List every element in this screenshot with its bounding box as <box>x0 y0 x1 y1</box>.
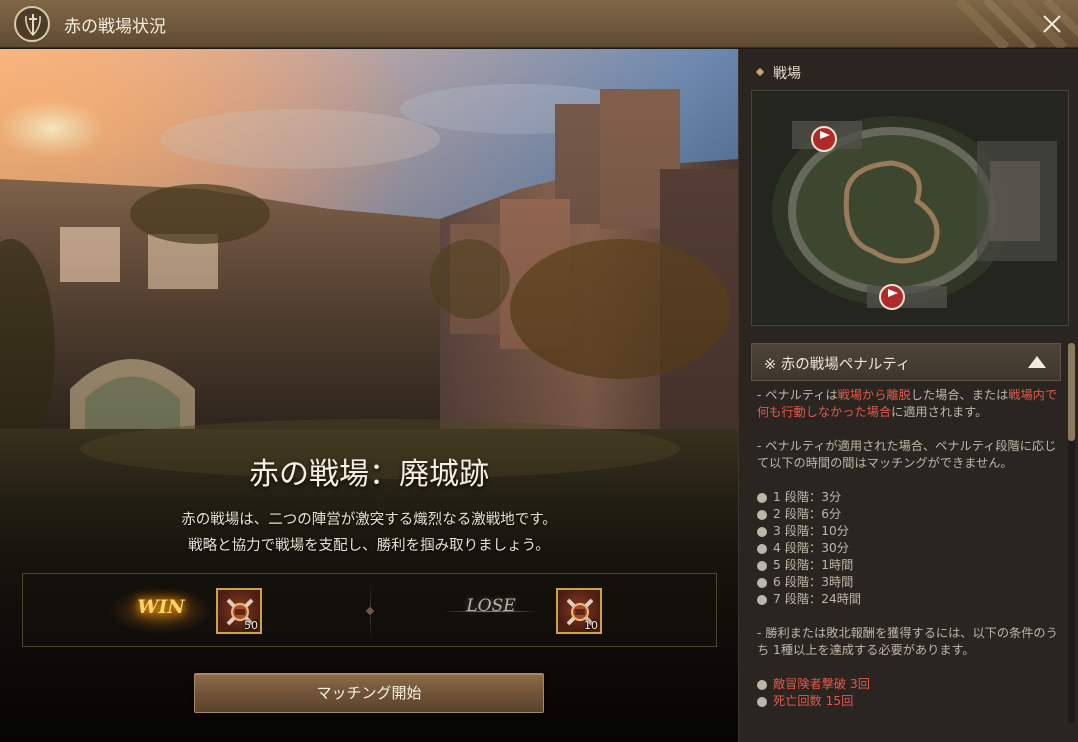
scrollbar-thumb[interactable] <box>1068 343 1075 441</box>
reward-box: WIN 50 LOSE 10 <box>22 573 717 647</box>
battlefield-title: 赤の戦場：廃城跡 <box>249 457 489 492</box>
battlefield-description: 赤の戦場は、二つの陣営が激突する熾烈なる激戦地です。 戦略と協力で戦場を支配し、… <box>0 507 738 559</box>
penalty-header-label: ※ 赤の戦場ペナルティ <box>764 357 911 373</box>
description-line: 赤の戦場は、二つの陣営が激突する熾烈なる激戦地です。 <box>181 512 557 528</box>
battlefield-panel: 赤の戦場：廃城跡 赤の戦場は、二つの陣営が激突する熾烈なる激戦地です。 戦略と協… <box>0 49 738 742</box>
collapse-arrow-icon[interactable] <box>1028 356 1046 368</box>
lose-reward-count: 10 <box>584 619 598 632</box>
title-bar: 赤の戦場状況 <box>0 0 1078 48</box>
win-label: WIN <box>137 596 185 618</box>
penalty-stage-item: 3 段階：10分 <box>757 523 1063 540</box>
penalty-stage-item: 1 段階：3分 <box>757 489 1063 506</box>
battlefield-minimap[interactable] <box>751 90 1069 326</box>
section-header: 戦場 <box>755 63 801 83</box>
penalty-details: - ペナルティは戦場から離脱した場合、または戦場内で何も行動しなかった場合に適用… <box>757 387 1063 742</box>
penalty-rule-text: - ペナルティは戦場から離脱した場合、または戦場内で何も行動しなかった場合に適用… <box>757 388 1058 419</box>
penalty-stage-item: 2 段階：6分 <box>757 506 1063 523</box>
description-line: 戦略と協力で戦場を支配し、勝利を掴み取りましょう。 <box>188 538 550 554</box>
diamond-bullet-icon <box>755 67 765 77</box>
section-title: 戦場 <box>773 66 801 82</box>
win-reward-count: 50 <box>244 619 258 632</box>
shield-sword-emblem-icon <box>14 6 50 42</box>
lose-reward-item[interactable]: 10 <box>556 588 602 634</box>
penalty-stage-item: 4 段階：30分 <box>757 540 1063 557</box>
win-reward-item[interactable]: 50 <box>216 588 262 634</box>
lose-label: LOSE <box>466 596 516 616</box>
start-matching-button[interactable]: マッチング開始 <box>194 673 544 713</box>
penalty-stage-item: 5 段階：1時間 <box>757 557 1063 574</box>
close-icon[interactable] <box>1040 12 1064 36</box>
reward-condition-text: - 勝利または敗北報酬を獲得するには、以下の条件のうち 1種以上を達成する必要が… <box>757 626 1058 657</box>
condition-item: 死亡回数 15回 <box>757 693 1063 710</box>
divider-diamond <box>365 606 375 616</box>
penalty-accordion-header[interactable]: ※ 赤の戦場ペナルティ <box>751 343 1061 381</box>
condition-item: 敵冒険者撃破 3回 <box>757 676 1063 693</box>
info-sidebar: 戦場 ※ 赤の戦場ペナルティ - ペナルティは戦場から離脱した場合、または戦場内… <box>738 49 1078 742</box>
penalty-duration-text: - ペナルティが適用された場合、ペナルティ段階に応じて以下の時間の間はマッチング… <box>757 439 1057 470</box>
flag-marker-icon <box>811 126 837 152</box>
penalty-stage-item: 6 段階：3時間 <box>757 574 1063 591</box>
penalty-stage-item: 7 段階：24時間 <box>757 591 1063 608</box>
penalty-scrollbar[interactable] <box>1068 343 1075 723</box>
flag-marker-icon <box>879 284 905 310</box>
window-title: 赤の戦場状況 <box>64 17 166 37</box>
